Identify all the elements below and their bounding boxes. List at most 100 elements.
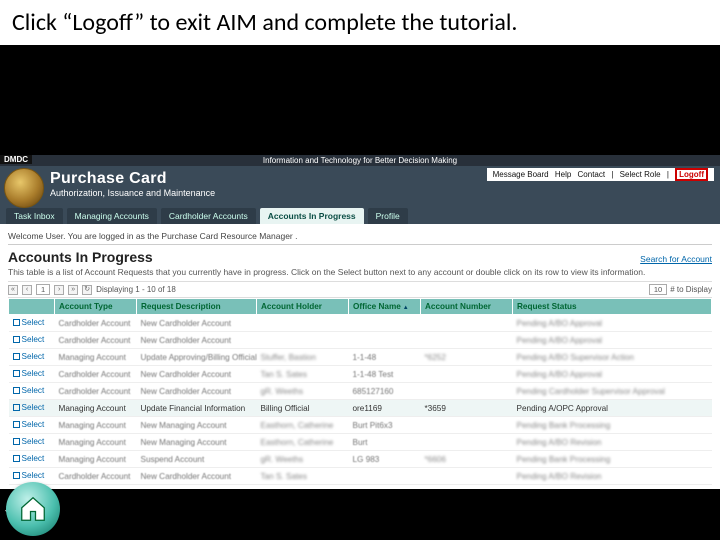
sep: | <box>667 170 669 179</box>
pager-page-number[interactable]: 1 <box>36 284 50 295</box>
pager-prev-button[interactable]: ‹ <box>22 285 32 295</box>
cell-office: 685127160 <box>349 383 421 400</box>
tab-profile[interactable]: Profile <box>368 208 408 224</box>
pager-row: « ‹ 1 › » ↻ Displaying 1 - 10 of 18 10 #… <box>8 281 712 298</box>
table-row[interactable]: SelectManaging AccountUpdate Financial I… <box>9 400 712 417</box>
tab-cardholder-accounts[interactable]: Cardholder Accounts <box>161 208 256 224</box>
table-row[interactable]: Select Cardholder AccountNew Cardholder A… <box>9 332 712 349</box>
cell-office <box>349 315 421 332</box>
cell-status: Pending Cardholder Supervisor Approval <box>513 383 712 400</box>
cell-desc: Update Financial Information <box>137 400 257 417</box>
app-subtitle: Authorization, Issuance and Maintenance <box>50 188 714 198</box>
cell-holder: Easthorn, Catherine <box>257 434 349 451</box>
tab-managing-accounts[interactable]: Managing Accounts <box>67 208 157 224</box>
select-button[interactable]: Select <box>13 318 45 327</box>
cell-desc: New Managing Account <box>137 434 257 451</box>
cell-holder: Easthorn, Catherine <box>257 417 349 434</box>
cell-office: 1-1-48 Test <box>349 366 421 383</box>
cell-desc: New Cardholder Account <box>137 332 257 349</box>
cell-holder: Billing Official <box>257 400 349 417</box>
cell-holder <box>257 315 349 332</box>
select-button[interactable]: Select <box>13 420 45 429</box>
col-header[interactable] <box>9 299 55 315</box>
cell-status: Pending Bank Processing <box>513 451 712 468</box>
cell-acct: *6606 <box>421 451 513 468</box>
per-page-input[interactable]: 10 <box>649 284 667 295</box>
tab-accounts-in-progress[interactable]: Accounts In Progress <box>260 208 364 224</box>
pager-refresh-button[interactable]: ↻ <box>82 285 92 295</box>
cell-type: Cardholder Account <box>55 366 137 383</box>
table-row[interactable]: Select Managing AccountNew Managing Accou… <box>9 417 712 434</box>
cell-status: Pending A/BO Revision <box>513 434 712 451</box>
cell-status: Pending A/BO Approval <box>513 315 712 332</box>
cell-status: Pending A/BO Revision <box>513 468 712 485</box>
app-header: Message Board Help Contact | Select Role… <box>0 166 720 208</box>
app-window: DMDC Information and Technology for Bett… <box>0 155 720 490</box>
instruction-text: Click “Logoff” to exit AIM and complete … <box>0 0 720 45</box>
cell-acct <box>421 332 513 349</box>
cell-desc: New Managing Account <box>137 417 257 434</box>
select-button[interactable]: Select <box>13 386 45 395</box>
select-button[interactable]: Select <box>13 369 45 378</box>
help-link[interactable]: Help <box>555 170 571 179</box>
cell-desc: Update Approving/Billing Official <box>137 349 257 366</box>
logoff-link[interactable]: Logoff <box>675 168 708 181</box>
table-row[interactable]: Select Cardholder AccountNew Cardholder A… <box>9 383 712 400</box>
cell-type: Cardholder Account <box>55 383 137 400</box>
search-account-link[interactable]: Search for Account <box>640 254 712 264</box>
col-header[interactable]: Request Description <box>137 299 257 315</box>
select-button[interactable]: Select <box>13 352 45 361</box>
cell-holder: gR. Weeths <box>257 451 349 468</box>
table-row[interactable]: SelectManaging AccountUpdate Approving/B… <box>9 349 712 366</box>
cell-office: ore1169 <box>349 400 421 417</box>
message-board-link[interactable]: Message Board <box>493 170 549 179</box>
select-button[interactable]: Select <box>13 437 45 446</box>
col-header[interactable]: Account Holder <box>257 299 349 315</box>
contact-link[interactable]: Contact <box>578 170 606 179</box>
cell-holder: gR. Weeths <box>257 383 349 400</box>
pager-next-button[interactable]: › <box>54 285 64 295</box>
col-header[interactable]: Office Name <box>349 299 421 315</box>
table-row[interactable]: SelectManaging AccountNew Managing Accou… <box>9 434 712 451</box>
brand-tagline: Information and Technology for Better De… <box>263 156 457 165</box>
cell-acct: *3659 <box>421 400 513 417</box>
table-row[interactable]: SelectCardholder AccountNew Cardholder A… <box>9 315 712 332</box>
pager-display-text: Displaying 1 - 10 of 18 <box>96 285 176 294</box>
cell-type: Cardholder Account <box>55 332 137 349</box>
select-button[interactable]: Select <box>13 454 45 463</box>
select-button[interactable]: Select <box>13 403 45 412</box>
per-page-label: # to Display <box>670 285 712 294</box>
col-header[interactable]: Account Type <box>55 299 137 315</box>
cell-acct <box>421 434 513 451</box>
accounts-table: Account TypeRequest DescriptionAccount H… <box>8 298 712 485</box>
pager-first-button[interactable]: « <box>8 285 18 295</box>
sep: | <box>611 170 613 179</box>
cell-acct: *6252 <box>421 349 513 366</box>
black-spacer <box>0 45 720 155</box>
pager-last-button[interactable]: » <box>68 285 78 295</box>
cell-office: Burt Pit6x3 <box>349 417 421 434</box>
cell-acct <box>421 383 513 400</box>
select-button[interactable]: Select <box>13 471 45 480</box>
col-header[interactable]: Account Number <box>421 299 513 315</box>
cell-type: Managing Account <box>55 417 137 434</box>
cell-desc: New Cardholder Account <box>137 468 257 485</box>
select-role-link[interactable]: Select Role <box>620 170 661 179</box>
brand-strip: DMDC Information and Technology for Bett… <box>0 155 720 166</box>
tab-task-inbox[interactable]: Task Inbox <box>6 208 63 224</box>
cell-office: 1-1-48 <box>349 349 421 366</box>
cell-status: Pending Bank Processing <box>513 417 712 434</box>
cell-type: Cardholder Account <box>55 468 137 485</box>
tab-strip: Task InboxManaging AccountsCardholder Ac… <box>0 208 720 224</box>
home-button[interactable] <box>6 482 60 536</box>
select-button[interactable]: Select <box>13 335 45 344</box>
cell-status: Pending A/OPC Approval <box>513 400 712 417</box>
table-row[interactable]: SelectCardholder AccountNew Cardholder A… <box>9 366 712 383</box>
cell-desc: New Cardholder Account <box>137 383 257 400</box>
header-link-bar: Message Board Help Contact | Select Role… <box>487 168 714 181</box>
table-row[interactable]: SelectManaging AccountSuspend AccountgR.… <box>9 451 712 468</box>
cell-desc: New Cardholder Account <box>137 315 257 332</box>
cell-holder <box>257 332 349 349</box>
col-header[interactable]: Request Status <box>513 299 712 315</box>
table-row[interactable]: Select Cardholder AccountNew Cardholder A… <box>9 468 712 485</box>
